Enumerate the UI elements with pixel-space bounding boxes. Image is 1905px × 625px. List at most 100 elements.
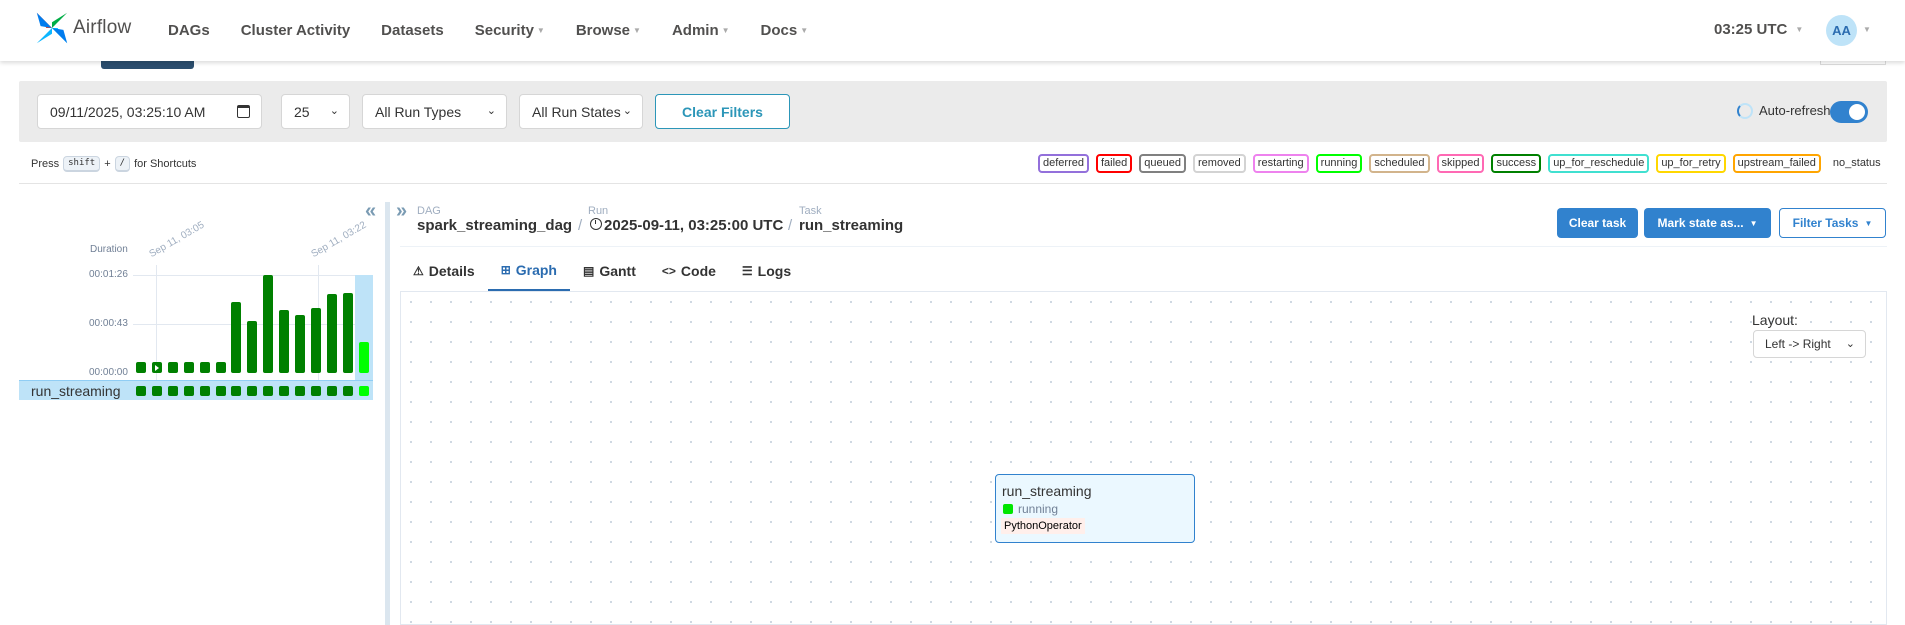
breadcrumb-dag-label: DAG: [417, 205, 441, 217]
mark-state-button[interactable]: Mark state as... ▼: [1644, 208, 1771, 238]
breadcrumb-run-id[interactable]: 2025-09-11, 03:25:00 UTC: [604, 217, 783, 234]
timezone-menu[interactable]: 03:25 UTC ▼: [1714, 21, 1803, 38]
task-instance-cell[interactable]: [279, 386, 290, 396]
legend-badge-removed[interactable]: removed: [1193, 154, 1246, 173]
run-duration-bar[interactable]: [326, 294, 337, 373]
run-duration-bar[interactable]: [310, 308, 321, 373]
task-instance-cell[interactable]: [136, 386, 146, 396]
clear-task-label: Clear task: [1568, 216, 1627, 230]
task-instance-cell[interactable]: [183, 386, 194, 396]
warning-triangle-icon: ⚠: [413, 264, 424, 278]
caret-down-icon: ▼: [536, 26, 545, 35]
grid-task-row[interactable]: run_streaming: [19, 380, 373, 400]
legend-badge-up-for-retry[interactable]: up_for_retry: [1656, 154, 1726, 173]
collapse-grid-icon[interactable]: «: [365, 200, 376, 223]
legend-badge-failed[interactable]: failed: [1095, 154, 1133, 173]
task-instance-cell[interactable]: [231, 386, 242, 396]
legend-badge-success[interactable]: success: [1491, 154, 1542, 173]
graph-icon: ⊞: [500, 263, 511, 277]
layout-select[interactable]: Left -> Right ⌄: [1753, 330, 1866, 358]
nav-docs[interactable]: Docs ▼: [761, 22, 809, 39]
partially-hidden-button: [1820, 61, 1886, 65]
filter-tasks-button[interactable]: Filter Tasks ▼: [1779, 208, 1886, 238]
clear-task-button[interactable]: Clear task: [1557, 208, 1638, 238]
task-instance-cell[interactable]: [310, 386, 321, 396]
tab-gantt[interactable]: ▤ Gantt: [570, 251, 649, 291]
legend-badge-skipped[interactable]: skipped: [1436, 154, 1485, 173]
legend-badge-upstream-failed[interactable]: upstream_failed: [1732, 154, 1821, 173]
nav-datasets[interactable]: Datasets: [381, 22, 444, 39]
tab-code[interactable]: <> Code: [649, 251, 729, 291]
brand[interactable]: Airflow: [33, 9, 131, 47]
nav-dags[interactable]: DAGs: [168, 22, 210, 39]
nav-security[interactable]: Security ▼: [475, 22, 545, 39]
duration-axis-label: Duration: [90, 244, 128, 255]
run-duration-bar[interactable]: [151, 361, 162, 373]
nav-browse[interactable]: Browse ▼: [576, 22, 641, 39]
task-instance-cell[interactable]: [295, 386, 305, 396]
task-instance-cell[interactable]: [263, 386, 274, 396]
nav-dags-label: DAGs: [168, 22, 210, 39]
legend-badge-restarting[interactable]: restarting: [1252, 154, 1309, 173]
base-date-input[interactable]: 09/11/2025, 03:25:10 AM: [37, 94, 262, 129]
run-duration-bar[interactable]: [199, 361, 210, 373]
panel-resize-handle[interactable]: [385, 202, 390, 625]
grid-task-name: run_streaming: [31, 383, 121, 399]
nav-cluster-activity-label: Cluster Activity: [240, 22, 351, 39]
graph-canvas[interactable]: [400, 291, 1887, 625]
airflow-pinwheel-icon: [36, 12, 68, 44]
nav-admin[interactable]: Admin ▼: [672, 22, 730, 39]
run-duration-bar[interactable]: [295, 314, 305, 373]
legend-badge-queued[interactable]: queued: [1139, 154, 1186, 173]
caret-down-icon: ▼: [1795, 25, 1804, 34]
node-operator: PythonOperator: [1001, 518, 1085, 534]
num-runs-select[interactable]: 25 ⌄: [281, 94, 350, 129]
run-duration-bar[interactable]: [215, 361, 226, 373]
run-duration-bar[interactable]: [279, 310, 290, 373]
calendar-icon[interactable]: [237, 105, 250, 118]
legend-badge-scheduled[interactable]: scheduled: [1369, 154, 1430, 173]
run-duration-bar[interactable]: [358, 342, 369, 373]
expand-details-icon[interactable]: »: [396, 200, 407, 223]
nav-cluster-activity[interactable]: Cluster Activity: [241, 22, 350, 39]
list-icon: ☰: [741, 264, 753, 278]
task-instance-cell[interactable]: [342, 386, 353, 396]
tab-graph[interactable]: ⊞ Graph: [487, 251, 570, 291]
clear-filters-button[interactable]: Clear Filters: [655, 94, 790, 129]
task-instance-cell[interactable]: [167, 386, 178, 396]
task-instance-cell[interactable]: [215, 386, 226, 396]
graph-task-node[interactable]: run_streaming running PythonOperator: [995, 474, 1195, 543]
tab-logs[interactable]: ☰ Logs: [729, 251, 804, 291]
task-instance-cell[interactable]: [199, 386, 210, 396]
run-duration-bar[interactable]: [136, 361, 146, 373]
run-type-value: All Run Types: [375, 103, 462, 120]
run-duration-bar[interactable]: [263, 275, 274, 373]
shortcut-hint: Press shift + / for Shortcuts: [31, 156, 196, 172]
date-label: Sep 11, 03:22: [309, 219, 369, 260]
user-avatar[interactable]: AA: [1826, 15, 1857, 46]
run-type-select[interactable]: All Run Types ⌄: [362, 94, 507, 129]
play-icon: [154, 364, 159, 371]
partially-hidden-button: [101, 61, 194, 69]
legend-badge-up-for-reschedule[interactable]: up_for_reschedule: [1548, 154, 1650, 173]
run-duration-bar[interactable]: [342, 293, 353, 373]
tab-gantt-label: Gantt: [599, 263, 636, 279]
run-duration-bar[interactable]: [231, 302, 242, 373]
task-instance-cell[interactable]: [326, 386, 337, 396]
nav-admin-label: Admin: [671, 22, 719, 39]
run-duration-bar[interactable]: [183, 361, 194, 373]
run-state-select[interactable]: All Run States ⌄: [519, 94, 643, 129]
breadcrumb-dag-id[interactable]: spark_streaming_dag: [417, 217, 572, 234]
auto-refresh-toggle[interactable]: [1830, 101, 1868, 123]
run-duration-bar[interactable]: [247, 320, 258, 373]
filter-tasks-label: Filter Tasks: [1792, 216, 1859, 230]
breadcrumb-task-id[interactable]: run_streaming: [799, 217, 903, 234]
run-duration-bar[interactable]: [167, 361, 178, 373]
legend-badge-running[interactable]: running: [1315, 154, 1363, 173]
legend-badge-deferred[interactable]: deferred: [1038, 154, 1089, 173]
task-instance-cell[interactable]: [247, 386, 258, 396]
task-instance-cell[interactable]: [151, 386, 162, 396]
tab-details[interactable]: ⚠ Details: [400, 251, 488, 291]
task-instance-cell[interactable]: [358, 386, 369, 396]
legend-badge-no-status[interactable]: no_status: [1829, 156, 1884, 171]
